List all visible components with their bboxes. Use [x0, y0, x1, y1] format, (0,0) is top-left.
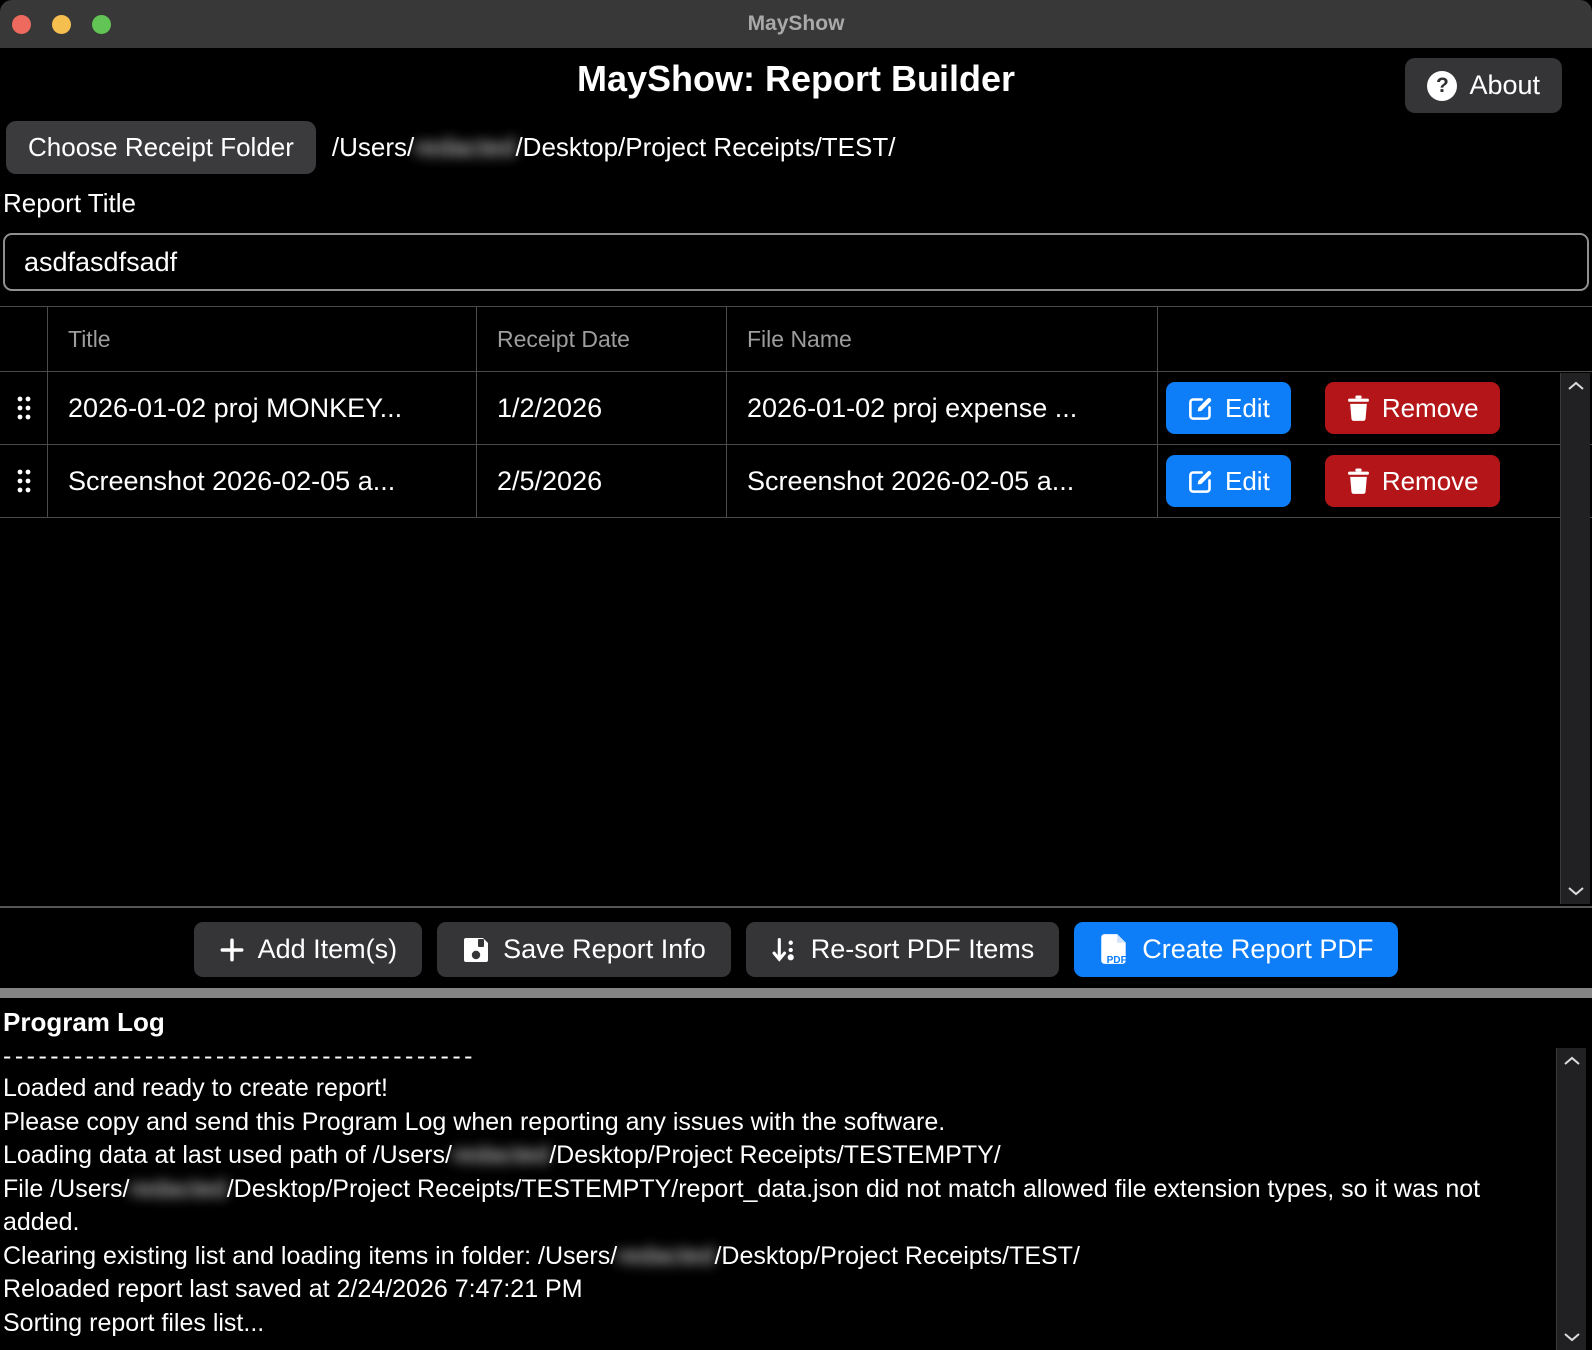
report-title-input[interactable] — [3, 233, 1589, 291]
log-text: Clearing existing list and loading items… — [3, 1242, 617, 1270]
log-text: Sorting report files list... — [3, 1309, 264, 1337]
header-actions — [1158, 307, 1592, 371]
scroll-down-icon[interactable] — [1563, 1332, 1581, 1342]
log-text: File /Users/ — [3, 1175, 129, 1203]
cell-title: Screenshot 2026-02-05 a... — [48, 445, 477, 517]
receipt-items-table: Title Receipt Date File Name 2026-01-02 … — [0, 306, 1592, 908]
table-scrollbar[interactable] — [1560, 373, 1590, 904]
pencil-square-icon — [1187, 395, 1214, 422]
header-receipt-date: Receipt Date — [477, 307, 727, 371]
log-line: Clearing existing list and loading items… — [3, 1240, 1551, 1274]
remove-button-label: Remove — [1382, 466, 1479, 497]
cell-file-name: Screenshot 2026-02-05 a... — [727, 445, 1158, 517]
scroll-up-icon[interactable] — [1563, 1056, 1581, 1066]
redacted-username: redacted — [414, 132, 515, 162]
actions-row: Add Item(s) Save Report Info Re-sort PDF… — [0, 922, 1592, 977]
folder-row: Choose Receipt Folder /Users/redacted/De… — [6, 121, 895, 174]
cell-actions: Edit Remove — [1158, 372, 1592, 444]
table-header-row: Title Receipt Date File Name — [0, 307, 1592, 372]
section-divider — [0, 988, 1592, 998]
log-scrollbar[interactable] — [1556, 1048, 1586, 1350]
create-report-pdf-label: Create Report PDF — [1142, 934, 1373, 965]
app-window: MayShow MayShow: Report Builder ? About … — [0, 0, 1592, 1350]
create-report-pdf-button[interactable]: PDF Create Report PDF — [1074, 922, 1398, 977]
redacted-username: redacted — [129, 1175, 226, 1203]
about-button[interactable]: ? About — [1405, 58, 1562, 113]
report-title-label: Report Title — [3, 188, 136, 219]
log-line: Loading data at last used path of /Users… — [3, 1139, 1551, 1173]
redacted-username: redacted — [617, 1242, 714, 1270]
save-report-info-button[interactable]: Save Report Info — [437, 922, 731, 977]
drag-handle[interactable] — [0, 445, 48, 517]
scroll-up-icon[interactable] — [1567, 381, 1585, 391]
svg-text:PDF: PDF — [1107, 954, 1127, 965]
cell-title: 2026-01-02 proj MONKEY... — [48, 372, 477, 444]
pdf-file-icon: PDF — [1099, 933, 1129, 967]
program-log-heading: Program Log — [3, 1007, 1592, 1038]
header-drag-column — [0, 307, 48, 371]
remove-button[interactable]: Remove — [1325, 455, 1500, 507]
table-row: 2026-01-02 proj MONKEY... 1/2/2026 2026-… — [0, 372, 1592, 445]
log-text: /Desktop/Project Receipts/TESTEMPTY/ — [549, 1141, 1001, 1169]
add-items-label: Add Item(s) — [258, 934, 398, 965]
path-prefix: /Users/ — [332, 132, 414, 162]
plus-icon — [219, 937, 245, 963]
cell-actions: Edit Remove — [1158, 445, 1592, 517]
floppy-disk-icon — [462, 936, 490, 964]
window-title: MayShow — [0, 0, 1592, 48]
trash-icon — [1346, 467, 1371, 495]
drag-handle[interactable] — [0, 372, 48, 444]
trash-icon — [1346, 394, 1371, 422]
question-circle-icon: ? — [1427, 71, 1457, 101]
sort-arrows-icon — [771, 936, 798, 964]
log-line: File /Users/redacted/Desktop/Project Rec… — [3, 1173, 1551, 1240]
log-line: Loaded and ready to create report! — [3, 1072, 1551, 1106]
cell-receipt-date: 2/5/2026 — [477, 445, 727, 517]
grip-dots-icon — [16, 395, 32, 421]
resort-pdf-items-label: Re-sort PDF Items — [811, 934, 1035, 965]
log-dashed-divider: ---------------------------------------- — [3, 1040, 1551, 1072]
resort-pdf-items-button[interactable]: Re-sort PDF Items — [746, 922, 1060, 977]
receipt-folder-path: /Users/redacted/Desktop/Project Receipts… — [332, 132, 896, 163]
about-button-label: About — [1469, 70, 1540, 101]
edit-button-label: Edit — [1225, 466, 1270, 497]
grip-dots-icon — [16, 468, 32, 494]
add-items-button[interactable]: Add Item(s) — [194, 922, 423, 977]
header-title: Title — [48, 307, 477, 371]
header-file-name: File Name — [727, 307, 1158, 371]
remove-button[interactable]: Remove — [1325, 382, 1500, 434]
table-row: Screenshot 2026-02-05 a... 2/5/2026 Scre… — [0, 445, 1592, 518]
remove-button-label: Remove — [1382, 393, 1479, 424]
redacted-username: redacted — [452, 1141, 549, 1169]
log-text: Loading data at last used path of /Users… — [3, 1141, 452, 1169]
program-log-body: ----------------------------------------… — [3, 1040, 1551, 1340]
page-title: MayShow: Report Builder — [0, 58, 1592, 100]
program-log-section: Program Log ----------------------------… — [0, 1000, 1592, 1350]
log-text: Please copy and send this Program Log wh… — [3, 1108, 945, 1136]
edit-button-label: Edit — [1225, 393, 1270, 424]
titlebar: MayShow — [0, 0, 1592, 48]
log-text: Reloaded report last saved at 2/24/2026 … — [3, 1275, 583, 1303]
log-line: Please copy and send this Program Log wh… — [3, 1106, 1551, 1140]
cell-receipt-date: 1/2/2026 — [477, 372, 727, 444]
cell-file-name: 2026-01-02 proj expense ... — [727, 372, 1158, 444]
log-line: Sorting report files list... — [3, 1307, 1551, 1341]
path-suffix: /Desktop/Project Receipts/TEST/ — [515, 132, 895, 162]
save-report-info-label: Save Report Info — [503, 934, 706, 965]
log-text: /Desktop/Project Receipts/TEST/ — [714, 1242, 1079, 1270]
scroll-down-icon[interactable] — [1567, 886, 1585, 896]
choose-receipt-folder-button[interactable]: Choose Receipt Folder — [6, 121, 316, 174]
edit-button[interactable]: Edit — [1166, 455, 1291, 507]
log-line: Reloaded report last saved at 2/24/2026 … — [3, 1273, 1551, 1307]
edit-button[interactable]: Edit — [1166, 382, 1291, 434]
log-text: Loaded and ready to create report! — [3, 1074, 388, 1102]
pencil-square-icon — [1187, 468, 1214, 495]
